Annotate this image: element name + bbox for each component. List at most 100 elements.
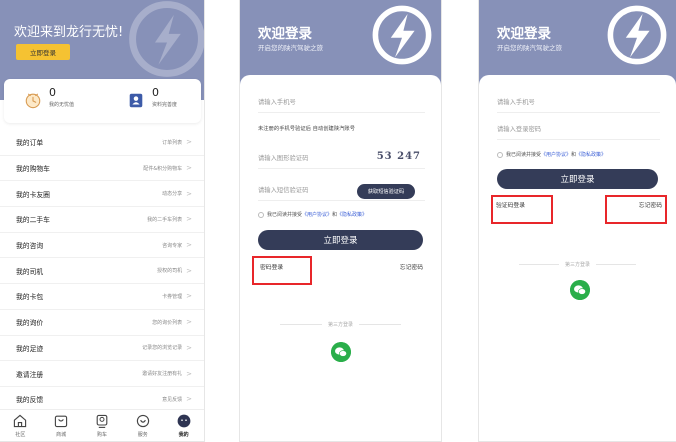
menu-subtitle: 咨询专家 <box>162 242 183 249</box>
highlight-box <box>605 195 667 224</box>
password-input[interactable]: 请输入登录密码 <box>497 118 660 140</box>
stat-label: 我的无忧值 <box>49 102 75 108</box>
sms-login-screen: 欢迎登录 开启您的陕汽驾驶之旅 请输入手机号 未注册的手机号验证后 自动创建陕汽… <box>239 0 442 442</box>
third-party-divider: 第三方登录 <box>274 321 407 328</box>
menu-title: 邀请注册 <box>16 370 44 379</box>
menu-item-footprints[interactable]: 我的足迹 记录您的浏览记录 > <box>0 336 204 362</box>
menu-subtitle: 您的询价列表 <box>152 319 183 326</box>
chevron-right-icon: > <box>186 395 192 404</box>
submit-login-button[interactable]: 立即登录 <box>258 230 423 250</box>
wechat-icon[interactable] <box>331 342 351 362</box>
login-form: 请输入手机号 请输入登录密码 我已阅读并接受 《用户协议》 和 《隐私政策》 立… <box>479 75 676 441</box>
login-subtitle: 开启您的陕汽驾驶之旅 <box>497 44 562 52</box>
menu-subtitle: 邀请好友注册有礼 <box>142 371 183 378</box>
stat-profile-completion[interactable]: 0 资料完善度 <box>127 87 177 109</box>
chevron-right-icon: > <box>186 369 192 378</box>
agreement-row[interactable]: 我已阅读并接受 《用户协议》 和 《隐私政策》 <box>497 151 606 158</box>
menu-title: 我的订单 <box>16 139 44 148</box>
tab-mine[interactable]: 我的 <box>169 413 199 438</box>
chevron-right-icon: > <box>186 266 192 275</box>
phone-input[interactable]: 请输入手机号 <box>497 91 660 113</box>
menu-title: 我的司机 <box>16 267 44 276</box>
tab-label: 我的 <box>178 432 189 438</box>
menu-item-card-wallet[interactable]: 我的卡包 卡券管理 > <box>0 284 204 310</box>
user-face-icon <box>177 414 190 428</box>
tab-buy-truck[interactable]: 购车 <box>87 413 117 438</box>
brand-logo-icon <box>607 5 667 65</box>
menu-subtitle: 我的二手车列表 <box>147 216 183 223</box>
auto-register-note: 未注册的手机号验证后 自动创建陕汽账号 <box>258 126 356 132</box>
menu-subtitle: 动态分享 <box>162 191 183 198</box>
agreement-row[interactable]: 我已阅读并接受 《用户协议》 和 《隐私政策》 <box>258 211 367 218</box>
get-sms-code-button[interactable]: 获取短信验证码 <box>357 184 415 199</box>
menu-title: 我的卡包 <box>16 293 44 302</box>
menu-title: 我的二手车 <box>16 216 50 225</box>
menu-item-drivers[interactable]: 我的司机 授权的司机 > <box>0 258 204 285</box>
menu-item-cart[interactable]: 我的购物车 配件&积分购物车 > <box>0 156 204 182</box>
password-login-screen: 欢迎登录 开启您的陕汽驾驶之旅 请输入手机号 请输入登录密码 我已阅读并接受 《… <box>478 0 676 442</box>
user-agreement-link[interactable]: 《用户协议》 <box>302 211 332 218</box>
tab-mall[interactable]: 商城 <box>46 413 76 438</box>
chevron-right-icon: > <box>186 189 192 198</box>
menu-item-used-trucks[interactable]: 我的二手车 我的二手车列表 > <box>0 207 204 233</box>
menu-item-orders[interactable]: 我的订单 订单列表 > <box>0 130 204 156</box>
menu-subtitle: 记录您的浏览记录 <box>142 345 183 352</box>
privacy-policy-link[interactable]: 《隐私政策》 <box>576 151 606 158</box>
home-icon <box>14 414 27 428</box>
menu-item-invite[interactable]: 邀请注册 邀请好友注册有礼 > <box>0 361 204 387</box>
chevron-right-icon: > <box>186 215 192 224</box>
agree-text: 我已阅读并接受 <box>506 152 542 158</box>
menu-title: 我的咨询 <box>16 242 44 251</box>
agree-radio[interactable] <box>497 151 503 158</box>
tab-label: 商城 <box>56 432 67 438</box>
captcha-image[interactable]: 53 247 <box>377 151 421 162</box>
phone-input[interactable]: 请输入手机号 <box>258 91 425 113</box>
service-icon <box>136 414 149 428</box>
welcome-text: 欢迎来到龙行无忧! <box>14 25 124 40</box>
login-subtitle: 开启您的陕汽驾驶之旅 <box>258 44 323 52</box>
submit-login-button[interactable]: 立即登录 <box>497 169 658 189</box>
user-agreement-link[interactable]: 《用户协议》 <box>541 151 571 158</box>
menu-subtitle: 配件&积分购物车 <box>143 165 183 172</box>
menu-subtitle: 卡券管理 <box>162 293 183 300</box>
menu-title: 我的卡友圈 <box>16 190 50 199</box>
stat-value: 0 <box>49 86 56 99</box>
login-form: 请输入手机号 未注册的手机号验证后 自动创建陕汽账号 请输入图形验证码 53 2… <box>240 75 441 441</box>
stat-value: 0 <box>152 86 159 99</box>
chevron-right-icon: > <box>186 241 192 250</box>
highlight-box <box>252 256 312 285</box>
menu-item-friends-circle[interactable]: 我的卡友圈 动态分享 > <box>0 181 204 208</box>
brand-logo-icon <box>129 1 204 77</box>
chevron-right-icon: > <box>186 138 192 147</box>
shopping-bag-icon <box>55 415 68 428</box>
chevron-right-icon: > <box>186 343 192 352</box>
brand-logo-icon <box>372 5 432 65</box>
menu-title: 我的询价 <box>16 319 44 328</box>
stats-card: 0 我的无忧值 0 资料完善度 <box>4 79 201 123</box>
wechat-icon[interactable] <box>570 280 590 300</box>
profile-menu: 我的订单 订单列表 > 我的购物车 配件&积分购物车 > 我的卡友圈 动态分享 > 我的二手… <box>0 130 204 413</box>
highlight-box <box>491 195 553 224</box>
privacy-policy-link[interactable]: 《隐私政策》 <box>337 211 367 218</box>
stat-label: 资料完善度 <box>152 102 178 108</box>
clock-icon <box>25 93 41 109</box>
tab-label: 服务 <box>137 432 148 438</box>
menu-title: 我的足迹 <box>16 344 44 353</box>
chevron-right-icon: > <box>186 318 192 327</box>
login-title: 欢迎登录 <box>497 26 551 42</box>
menu-item-consult[interactable]: 我的咨询 咨询专家 > <box>0 233 204 259</box>
login-button[interactable]: 立即登录 <box>16 44 70 60</box>
tab-service[interactable]: 服务 <box>128 413 158 438</box>
menu-title: 我的反馈 <box>16 396 44 405</box>
menu-subtitle: 授权的司机 <box>157 268 183 275</box>
menu-item-inquiries[interactable]: 我的询价 您的询价列表 > <box>0 310 204 336</box>
bottom-tab-bar: 社区 商城 购车 服务 我的 <box>0 409 204 441</box>
third-party-label: 第三方登录 <box>328 322 354 328</box>
profile-card-icon <box>129 93 143 108</box>
agree-radio[interactable] <box>258 211 264 218</box>
truck-icon <box>96 414 108 428</box>
forgot-password-link[interactable]: 忘记密码 <box>400 262 423 271</box>
stat-worry-free[interactable]: 0 我的无忧值 <box>24 87 74 109</box>
menu-subtitle: 意见反馈 <box>162 396 183 403</box>
tab-community[interactable]: 社区 <box>5 413 35 438</box>
